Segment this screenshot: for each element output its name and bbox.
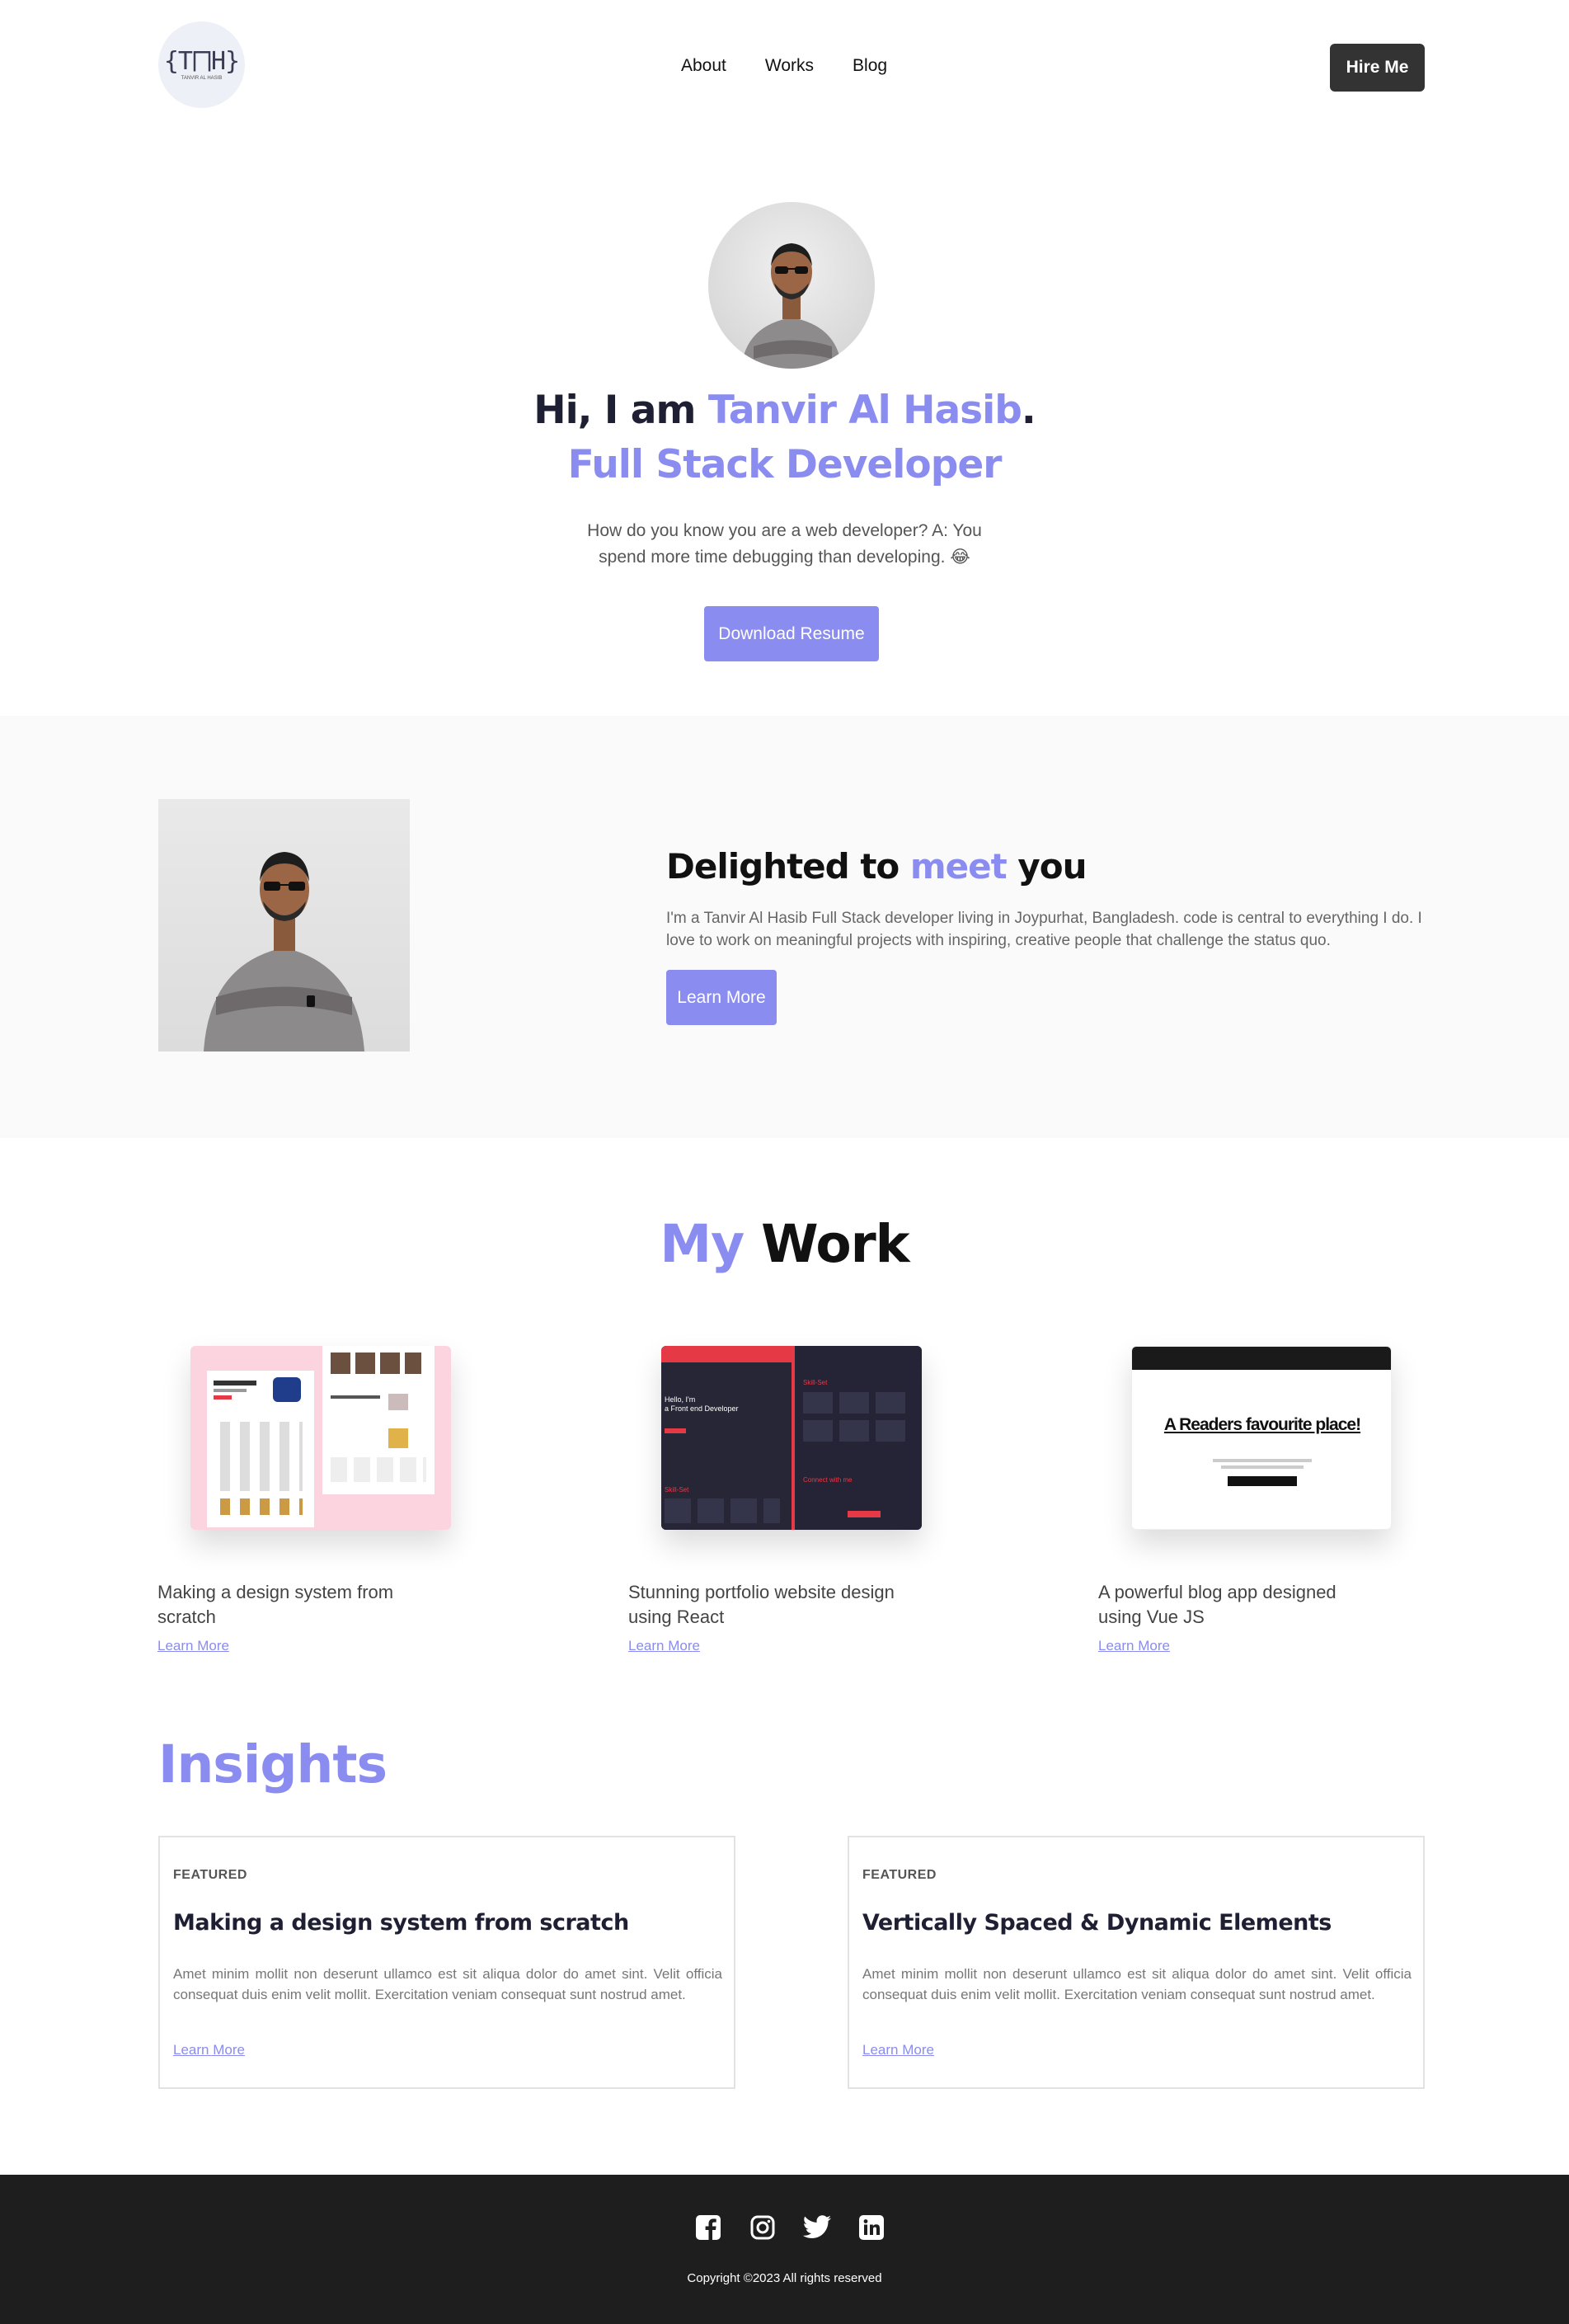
- post-tag: FEATURED: [862, 1868, 937, 1882]
- nav-link-blog[interactable]: Blog: [853, 56, 887, 76]
- thumb-grid-row: [220, 1498, 303, 1515]
- copyright-text: Copyright ©2023 All rights reserved: [687, 2271, 882, 2285]
- thumb-chair: [388, 1394, 408, 1410]
- thumb-footer: [331, 1457, 426, 1482]
- post-body: Amet minim mollit non deserunt ullamco e…: [173, 1966, 722, 2002]
- thumb-line: [331, 1395, 380, 1399]
- work-caption: Making a design system from scratch: [157, 1582, 394, 1627]
- social-links: [693, 2213, 886, 2242]
- thumb-line: [1213, 1459, 1312, 1462]
- nav-link-works[interactable]: Works: [765, 56, 814, 76]
- thumb-cards: [803, 1420, 910, 1442]
- about-photo: [158, 799, 410, 1051]
- work-card[interactable]: Hello, I'm a Front end Developer Skill-S…: [628, 1346, 922, 1654]
- post-title: Making a design system from scratch: [173, 1910, 629, 1936]
- work-learn-more-link[interactable]: Learn More: [1098, 1638, 1170, 1654]
- thumb-topbar: [1132, 1347, 1391, 1370]
- facebook-icon[interactable]: [693, 2213, 723, 2242]
- main-nav: About Works Blog: [681, 56, 887, 76]
- hero-name: Tanvir Al Hasib: [707, 388, 1022, 433]
- twitter-icon[interactable]: [802, 2213, 832, 2242]
- thumb-skill-title: Skill-Set: [803, 1379, 828, 1386]
- work-card[interactable]: Making a design system from scratch Lear…: [157, 1346, 451, 1654]
- thumb-skill-label: Skill-Set: [665, 1486, 689, 1494]
- site-logo[interactable]: {T⨅H} TANVIR AL HASIB: [158, 21, 245, 108]
- hero-greeting: Hi, I am Tanvir Al Hasib.: [0, 388, 1569, 433]
- download-resume-button[interactable]: Download Resume: [704, 606, 879, 661]
- about-title-accent: meet: [909, 846, 1008, 887]
- work-thumbnail-blog-app[interactable]: A Readers favourite place!: [1131, 1346, 1392, 1530]
- thumb-button: [665, 1428, 686, 1433]
- thumb-row: [331, 1353, 421, 1374]
- thumb-cards: [803, 1392, 910, 1414]
- work-title: My Work: [0, 1214, 1569, 1274]
- thumb-page-left: Hello, I'm a Front end Developer Skill-S…: [661, 1346, 792, 1530]
- logo-subtitle: TANVIR AL HASIB: [181, 75, 223, 81]
- thumb-cards: [665, 1498, 780, 1523]
- insights-title: Insights: [158, 1734, 388, 1795]
- about-learn-more-button[interactable]: Learn More: [666, 970, 777, 1025]
- nav-link-about[interactable]: About: [681, 56, 726, 76]
- work-thumbnail-portfolio[interactable]: Hello, I'm a Front end Developer Skill-S…: [661, 1346, 922, 1530]
- thumb-grid: [220, 1422, 303, 1491]
- about-section: Delighted to meet you I'm a Tanvir Al Ha…: [0, 716, 1569, 1138]
- logo-mark: {T⨅H}: [163, 46, 240, 76]
- thumb-page-left: [207, 1371, 314, 1527]
- person-illustration: [741, 243, 842, 369]
- work-learn-more-link[interactable]: Learn More: [628, 1638, 700, 1654]
- thumb-hero-text: Hello, I'm a Front end Developer: [665, 1395, 739, 1413]
- work-caption: A powerful blog app designed using Vue J…: [1098, 1582, 1336, 1627]
- thumb-topbar: [661, 1346, 792, 1362]
- hero-period: .: [1021, 388, 1036, 433]
- about-title-pre: Delighted to: [666, 846, 910, 887]
- work-thumbnail-design-system[interactable]: [190, 1346, 451, 1530]
- thumb-headline: A Readers favourite place!: [1163, 1415, 1361, 1434]
- thumb-chair: [273, 1377, 301, 1402]
- hero-role: Full Stack Developer: [567, 442, 1003, 487]
- thumb-line: [214, 1381, 256, 1385]
- about-title: Delighted to meet you: [666, 846, 1087, 887]
- thumb-submit: [848, 1511, 881, 1517]
- work-caption: Stunning portfolio website design using …: [628, 1582, 895, 1627]
- site-header: {T⨅H} TANVIR AL HASIB About Works Blog H…: [0, 0, 1569, 135]
- thumb-chair: [388, 1428, 408, 1448]
- thumb-page-right: Skill-Set Connect with me: [795, 1346, 922, 1530]
- instagram-icon[interactable]: [748, 2213, 777, 2242]
- post-title: Vertically Spaced & Dynamic Elements: [862, 1910, 1332, 1936]
- thumb-contact: Connect with me: [803, 1476, 853, 1484]
- thumb-line: [1221, 1465, 1304, 1469]
- post-tag: FEATURED: [173, 1868, 247, 1882]
- about-title-post: you: [1006, 846, 1087, 887]
- thumb-tag: [214, 1395, 232, 1400]
- thumb-line: [214, 1389, 247, 1392]
- work-learn-more-link[interactable]: Learn More: [157, 1638, 229, 1654]
- work-title-rest: Work: [744, 1214, 910, 1274]
- thumb-page-right: [322, 1346, 435, 1494]
- thumb-button: [1228, 1476, 1297, 1486]
- hero-avatar: [708, 202, 875, 369]
- about-text: I'm a Tanvir Al Hasib Full Stack develop…: [666, 910, 1422, 949]
- post-card: FEATURED Vertically Spaced & Dynamic Ele…: [848, 1836, 1425, 2089]
- post-learn-more-link[interactable]: Learn More: [862, 2042, 934, 2058]
- work-title-accent: My: [660, 1214, 745, 1274]
- post-body: Amet minim mollit non deserunt ullamco e…: [862, 1966, 1412, 2002]
- linkedin-icon[interactable]: [857, 2213, 886, 2242]
- hire-me-button[interactable]: Hire Me: [1330, 44, 1425, 92]
- work-card[interactable]: A Readers favourite place! A powerful bl…: [1098, 1346, 1392, 1654]
- person-photo-illustration: [204, 852, 364, 1051]
- post-card: FEATURED Making a design system from scr…: [158, 1836, 735, 2089]
- hero-description: How do you know you are a web developer?…: [587, 521, 982, 567]
- hero-greeting-text: Hi, I am: [533, 388, 708, 433]
- post-learn-more-link[interactable]: Learn More: [173, 2042, 245, 2058]
- site-footer: Copyright ©2023 All rights reserved: [0, 2175, 1569, 2324]
